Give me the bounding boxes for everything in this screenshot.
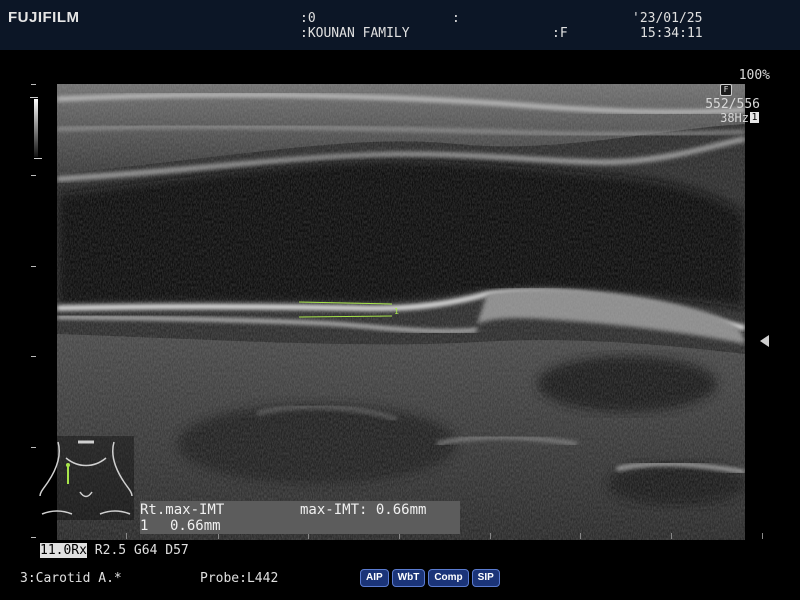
lateral-tick	[580, 533, 581, 539]
preset-label: 3:Carotid A.*	[20, 571, 122, 586]
depth-tick	[31, 175, 36, 176]
lateral-tick	[671, 533, 672, 539]
neck-body-mark-icon	[38, 436, 134, 520]
frequency-param[interactable]: 11.0Rx	[40, 543, 87, 558]
lateral-tick	[490, 533, 491, 539]
caliper-label: 1	[394, 307, 399, 316]
focus-badge: F	[720, 84, 732, 96]
sip-badge[interactable]: SIP	[471, 569, 500, 587]
exam-date: '23/01/25	[632, 11, 703, 26]
frame-rate: 38Hz	[720, 111, 749, 125]
focus-marker-icon[interactable]	[760, 335, 769, 347]
aip-badge[interactable]: AIP	[360, 569, 389, 587]
depth-tick	[31, 447, 36, 448]
frame-rate-badge: 1	[750, 112, 759, 123]
measurement-summary: max-IMT: 0.66mm	[300, 502, 427, 518]
measurement-title: Rt.max-IMT	[140, 502, 225, 518]
header-separator: :	[452, 11, 460, 26]
patient-sex: :F	[552, 26, 568, 41]
probe-label: Probe:L442	[200, 571, 279, 586]
depth-tick	[31, 266, 36, 267]
brand-logo: FUJIFILM	[8, 9, 80, 26]
frame-counter: 552/556	[705, 97, 760, 112]
lateral-tick	[126, 533, 127, 539]
wbt-badge[interactable]: WbT	[391, 569, 426, 587]
depth-tick	[31, 356, 36, 357]
grayscale-bar-icon	[30, 97, 42, 159]
gain-depth-params: R2.5 G64 D57	[94, 543, 189, 558]
exam-time: 15:34:11	[640, 26, 703, 41]
measurement-value: 0.66mm	[170, 518, 221, 534]
zoom-level: 100%	[738, 68, 770, 83]
ultrasound-image	[57, 84, 745, 540]
comp-badge[interactable]: Comp	[428, 569, 469, 587]
lateral-tick	[762, 533, 763, 539]
patient-id: :0	[300, 11, 316, 26]
patient-name: :KOUNAN FAMILY	[300, 26, 410, 41]
measurement-index: 1	[140, 518, 149, 534]
header-bar: FUJIFILM :0 : '23/01/25 :KOUNAN FAMILY :…	[0, 0, 800, 50]
imaging-params: 11.0Rx R2.5 G64 D57	[40, 543, 189, 558]
depth-tick	[31, 84, 36, 85]
mode-badges: AIP WbT Comp SIP	[360, 569, 500, 587]
depth-tick	[31, 537, 36, 538]
